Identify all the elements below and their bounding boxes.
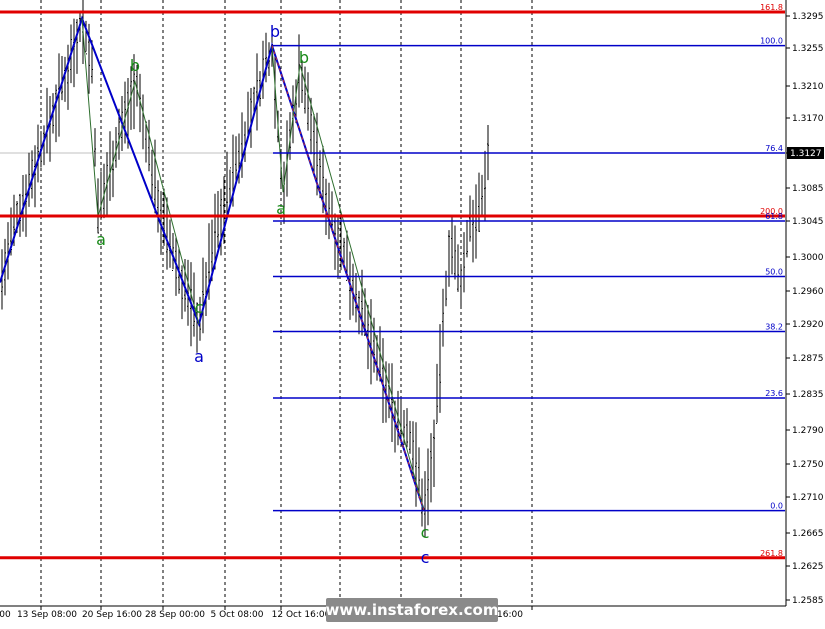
wave-label: b <box>299 48 309 67</box>
y-tick-label: 1.2875 <box>792 354 824 364</box>
fib-level-label: 61.8 <box>765 212 783 221</box>
x-tick-label: 16:00 <box>497 610 523 620</box>
wave-label: a <box>194 347 204 366</box>
fib-level-label: 38.2 <box>765 323 783 332</box>
fib-level-label: 0.0 <box>770 502 783 511</box>
x-tick-label: 12 Oct 16:00 <box>272 610 331 620</box>
wave-label: a <box>276 199 286 218</box>
y-tick-label: 1.3210 <box>792 82 824 92</box>
wave-label: c <box>195 298 204 317</box>
fib-level-label: 261.8 <box>760 549 783 558</box>
y-tick-label: 1.3085 <box>792 184 824 194</box>
y-tick-label: 1.2665 <box>792 529 824 539</box>
y-tick-label: 1.3255 <box>792 44 824 54</box>
wave-label: a <box>96 230 106 249</box>
wave-label: c <box>421 548 430 567</box>
x-tick-label: 13 Sep 08:00 <box>17 610 77 620</box>
fib-level-label: 50.0 <box>765 268 783 277</box>
watermark: www.instaforex.com <box>326 598 498 622</box>
y-tick-label: 1.2790 <box>792 426 824 436</box>
y-tick-label: 1.2625 <box>792 562 824 572</box>
wave-label: b <box>130 56 140 75</box>
wave-label: b <box>270 22 280 41</box>
x-tick-label: 5 Oct 08:00 <box>211 610 264 620</box>
y-tick-label: 1.3045 <box>792 217 824 227</box>
chart-svg: 161.8100.076.4200.061.850.038.223.60.026… <box>0 0 825 625</box>
x-tick-label: 00 <box>0 610 11 620</box>
chart: 161.8 100.0 76.4 200.0 61.8 50.0 38.2 23.6 0.0 26… <box>0 0 825 625</box>
y-tick-label: 1.2710 <box>792 493 824 503</box>
fib-level-label: 100.0 <box>760 37 783 46</box>
y-tick-label: 1.2960 <box>792 287 824 297</box>
fib-level-label: 76.4 <box>765 144 783 153</box>
y-tick-label: 1.2750 <box>792 460 824 470</box>
x-tick-label: 20 Sep 16:00 <box>82 610 142 620</box>
wave-label: c <box>421 523 430 542</box>
y-tick-label: 1.3295 <box>792 12 824 22</box>
y-tick-label: 1.2920 <box>792 320 824 330</box>
current-price-label: 1.3127 <box>790 149 822 159</box>
fib-level-label: 161.8 <box>760 3 783 12</box>
x-tick-label: 28 Sep 00:00 <box>145 610 205 620</box>
y-tick-label: 1.2835 <box>792 390 824 400</box>
y-tick-label: 1.3000 <box>792 253 824 263</box>
fib-level-label: 23.6 <box>765 389 783 398</box>
y-tick-label: 1.2585 <box>792 596 824 606</box>
y-tick-label: 1.3170 <box>792 114 824 124</box>
